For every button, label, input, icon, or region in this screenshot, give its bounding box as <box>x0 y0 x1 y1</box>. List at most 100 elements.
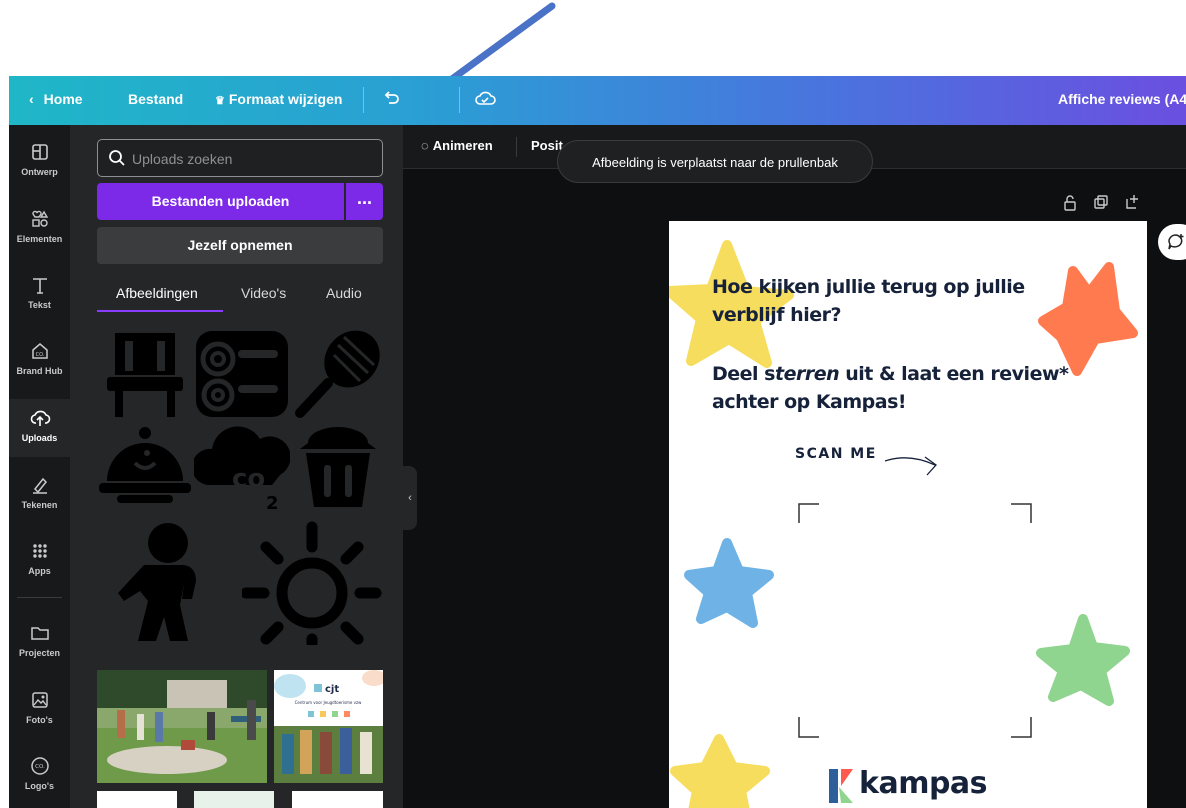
photo-thumbnail-camp[interactable] <box>97 670 267 783</box>
rail-item-uploads[interactable]: Uploads <box>9 399 70 457</box>
folder-icon <box>31 627 49 640</box>
more-options-button[interactable]: ... <box>346 183 383 220</box>
search-box[interactable] <box>97 139 383 177</box>
draw-icon <box>33 477 48 494</box>
rail-label: Ontwerp <box>21 167 58 177</box>
rail-item-apps[interactable]: Apps <box>9 532 70 590</box>
rail-item-logos[interactable]: CO. Logo's <box>9 747 70 805</box>
record-yourself-button[interactable]: Jezelf opnemen <box>97 227 383 264</box>
cloche-icon[interactable] <box>97 423 193 508</box>
cjt-logo-text: cjt <box>325 684 339 695</box>
shapes-icon <box>32 210 49 227</box>
upload-files-button[interactable]: Bestanden uploaden <box>97 183 344 220</box>
document-title[interactable]: Affiche reviews (A4) <box>1058 91 1186 107</box>
lock-icon[interactable] <box>1063 195 1077 211</box>
canva-editor-screenshot: ‹ Home Bestand ♛ Formaat wijzigen Affiche … <box>0 0 1186 808</box>
poster-heading-line-4: achter op Kampas! <box>712 391 907 413</box>
uploads-panel: Bestanden uploaden ... Jezelf opnemen Af… <box>70 125 403 808</box>
rail-label: Elementen <box>16 234 63 244</box>
rail-item-ontwerp[interactable]: Ontwerp <box>9 133 70 191</box>
toolbar-divider <box>516 137 517 157</box>
collapse-panel-button[interactable]: ‹ <box>403 466 417 530</box>
animate-icon: ◌ <box>421 138 429 153</box>
apps-grid-icon <box>33 544 47 558</box>
logo-icon: CO. <box>31 757 49 775</box>
rail-label: Foto's <box>26 715 53 725</box>
animate-button[interactable]: ◌ Animeren <box>421 138 493 153</box>
animate-label: Animeren <box>432 138 493 153</box>
crown-icon: ♛ <box>215 95 225 107</box>
rail-item-tekst[interactable]: Tekst <box>9 266 70 324</box>
trash-bin-icon[interactable] <box>290 423 386 508</box>
poster-page[interactable]: Hoe kijken jullie terug op jullie verbli… <box>669 221 1147 808</box>
rail-label: Tekst <box>28 300 51 310</box>
photo-thumbnail-cjt[interactable]: cjt Centrum voor Jeugdtoerisme vzw <box>274 670 383 783</box>
poster-heading-line-1: Hoe kijken jullie terug op jullie <box>712 276 1025 298</box>
qr-frame-corners <box>798 503 1032 738</box>
comment-button[interactable] <box>1158 224 1186 260</box>
cjt-subtitle: Centrum voor Jeugdtoerisme vzw <box>295 700 363 705</box>
toast-notification: Afbeelding is verplaatst naar de prullen… <box>557 140 873 183</box>
star-green <box>1036 614 1130 706</box>
ping-pong-bat-icon[interactable] <box>290 325 386 420</box>
rail-label: Logo's <box>24 781 55 791</box>
line3-emphasis: terren <box>774 363 840 385</box>
sleeping-bags-icon[interactable] <box>194 325 290 420</box>
rail-divider <box>17 597 62 598</box>
rail-label: Apps <box>28 566 51 576</box>
poster-heading-line-3: Deel sterren uit & laat een review* <box>712 363 1069 385</box>
tab-audio[interactable]: Audio <box>326 285 362 301</box>
top-bar: ‹ Home Bestand ♛ Formaat wijzigen Affiche … <box>9 76 1186 125</box>
svg-text:2: 2 <box>266 493 279 513</box>
co2-cloud-icon[interactable]: co 2 <box>194 423 290 513</box>
undo-icon[interactable] <box>381 88 401 108</box>
home-label: Home <box>43 91 83 107</box>
photo-thumbnail-small-1[interactable] <box>97 791 177 808</box>
file-menu[interactable]: Bestand <box>128 91 183 107</box>
tab-videos[interactable]: Video's <box>241 285 286 301</box>
rail-item-brand-hub[interactable]: CO. Brand Hub <box>9 332 70 390</box>
photo-thumbnail-small-2[interactable] <box>194 791 274 808</box>
line3-post: uit & laat een review* <box>839 363 1069 385</box>
cloud-check-icon[interactable] <box>474 88 496 108</box>
rail-item-projecten[interactable]: Projecten <box>9 614 70 672</box>
star-yellow-bottom <box>670 734 770 808</box>
resize-button[interactable]: ♛ Formaat wijzigen <box>215 91 342 107</box>
topbar-divider-2 <box>459 87 460 113</box>
rail-item-tekenen[interactable]: Tekenen <box>9 466 70 524</box>
kampas-brand: kampas <box>859 766 988 801</box>
kampas-logo-mark <box>829 769 853 803</box>
photo-thumbnail-small-3[interactable] <box>292 791 383 808</box>
chevron-left-icon: ‹ <box>29 91 34 107</box>
tab-images[interactable]: Afbeeldingen <box>116 285 198 301</box>
rail-item-elementen[interactable]: Elementen <box>9 200 70 258</box>
layout-icon <box>32 144 48 160</box>
rail-label: Projecten <box>18 648 60 658</box>
photo-icon <box>32 692 48 708</box>
rail-item-fotos[interactable]: Foto's <box>9 681 70 739</box>
star-orange <box>1038 262 1138 376</box>
brand-hub-icon: CO. <box>32 343 48 359</box>
svg-text:CO.: CO. <box>36 352 45 358</box>
search-input[interactable] <box>132 149 372 169</box>
topbar-divider <box>363 87 364 113</box>
svg-text:co: co <box>232 464 265 494</box>
line3-pre: Deel s <box>712 363 775 385</box>
home-button[interactable]: ‹ Home <box>29 91 83 107</box>
poster-heading-line-2: verblijf hier? <box>712 304 841 326</box>
text-icon <box>33 278 47 294</box>
left-rail: Ontwerp Elementen Tekst CO. Brand Hub Up… <box>9 125 70 808</box>
position-button[interactable]: Posit <box>531 138 563 153</box>
chair-icon[interactable] <box>97 325 193 420</box>
star-blue <box>684 538 774 628</box>
resize-label: Formaat wijzigen <box>228 91 343 107</box>
person-walking-icon[interactable] <box>110 521 210 645</box>
sun-icon[interactable] <box>242 521 382 645</box>
rail-label: Tekenen <box>21 500 58 510</box>
search-icon <box>109 150 125 166</box>
rail-label: Brand Hub <box>16 366 63 376</box>
duplicate-icon[interactable] <box>1093 195 1109 211</box>
rail-label: Uploads <box>21 433 58 443</box>
add-page-icon[interactable] <box>1125 194 1141 210</box>
scan-me-label: SCAN ME <box>795 446 877 462</box>
